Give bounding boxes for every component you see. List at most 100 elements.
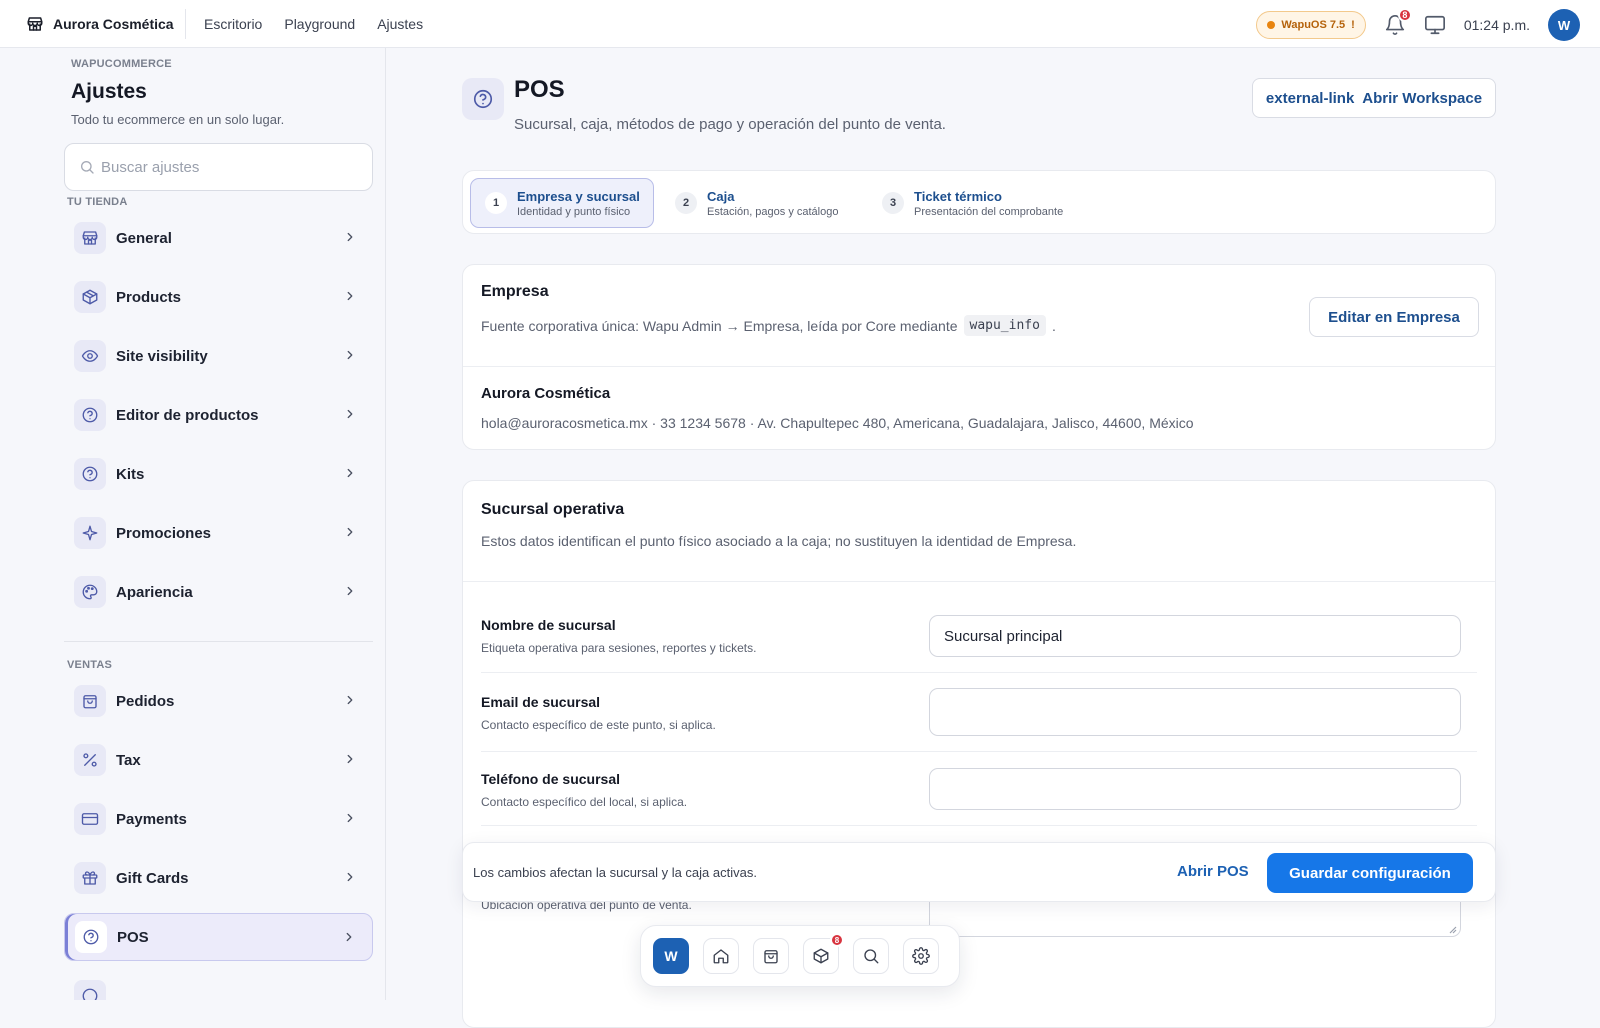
help-icon <box>74 980 106 1000</box>
chevron-right-icon <box>342 930 356 944</box>
sidebar-item-kits[interactable]: Kits <box>64 450 373 498</box>
sucursal-desc: Estos datos identifican el punto físico … <box>481 533 1077 549</box>
box-icon <box>74 281 106 313</box>
store-icon <box>26 15 44 33</box>
sidebar-item-tax[interactable]: Tax <box>64 736 373 784</box>
sidebar-item-next[interactable] <box>64 972 373 1000</box>
open-pos-link[interactable]: Abrir POS <box>1177 863 1249 880</box>
settings-sidebar: WAPUCOMMERCE Ajustes Todo tu ecommerce e… <box>0 48 386 1000</box>
bag-icon <box>74 685 106 717</box>
search-icon <box>79 159 95 175</box>
external-link-icon: external-link <box>1265 89 1355 107</box>
sidebar-divider <box>64 641 373 642</box>
branch-name-input[interactable]: Sucursal principal <box>929 615 1461 657</box>
chevron-right-icon <box>343 407 357 421</box>
branch-email-input[interactable] <box>929 688 1461 736</box>
chevron-right-icon <box>343 289 357 303</box>
field-label-telefono: Teléfono de sucursal <box>481 771 620 787</box>
chevron-right-icon <box>343 348 357 362</box>
help-icon <box>74 458 106 490</box>
card-icon <box>74 803 106 835</box>
step-number: 1 <box>485 192 507 214</box>
sidebar-item-pedidos[interactable]: Pedidos <box>64 677 373 725</box>
monitor-button[interactable] <box>1424 14 1446 36</box>
sidebar-item-promociones[interactable]: Promociones <box>64 509 373 557</box>
search-placeholder: Buscar ajustes <box>101 158 200 176</box>
sidebar-item-general[interactable]: General <box>64 214 373 262</box>
sucursal-card: Sucursal operativa Estos datos identific… <box>462 480 1496 1028</box>
main-content: POS Sucursal, caja, métodos de pago y op… <box>386 48 1600 1028</box>
sidebar-item-label: Payments <box>116 810 187 828</box>
step-desc: Presentación del comprobante <box>914 205 1064 218</box>
version-pill[interactable]: WapuOS 7.5 ! <box>1256 11 1366 39</box>
empresa-title: Empresa <box>481 283 549 300</box>
step-ticket-termico[interactable]: 3 Ticket térmico Presentación del comprob… <box>868 178 1098 228</box>
field-divider <box>481 825 1477 826</box>
dock-home-button[interactable] <box>703 938 739 974</box>
step-number: 3 <box>882 192 904 214</box>
group-label-tu-tienda: TU TIENDA <box>67 196 128 208</box>
sidebar-item-payments[interactable]: Payments <box>64 795 373 843</box>
top-bar: Aurora Cosmética Escritorio Playground A… <box>0 0 1600 48</box>
resize-handle-icon[interactable] <box>1447 924 1457 934</box>
card-divider <box>463 581 1495 582</box>
percent-icon <box>74 744 106 776</box>
sidebar-title: Ajustes <box>71 80 147 103</box>
sidebar-item-label: Promociones <box>116 524 212 542</box>
dock-search-button[interactable] <box>853 938 889 974</box>
sidebar-item-label: Editor de productos <box>116 406 259 424</box>
store-brand[interactable]: Aurora Cosmética <box>0 8 186 39</box>
notifications-badge: 8 <box>1397 8 1412 22</box>
store-name: Aurora Cosmética <box>53 15 174 32</box>
dock-wapu-button[interactable]: W <box>653 938 689 974</box>
save-bar: Los cambios afectan la sucursal y la caj… <box>462 842 1496 902</box>
open-workspace-button[interactable]: external-link Abrir Workspace <box>1252 78 1496 118</box>
step-title: Caja <box>707 188 735 204</box>
sidebar-item-pos[interactable]: POS <box>64 913 373 961</box>
dock-settings-button[interactable] <box>903 938 939 974</box>
sidebar-item-label: Site visibility <box>116 347 208 365</box>
sidebar-item-label: POS <box>117 928 149 946</box>
palette-icon <box>74 576 106 608</box>
sidebar-item-products[interactable]: Products <box>64 273 373 321</box>
dock-orders-button[interactable] <box>753 938 789 974</box>
help-icon <box>74 399 106 431</box>
top-nav: Escritorio Playground Ajustes <box>204 16 423 32</box>
workspace-label: Abrir Workspace <box>1362 89 1483 107</box>
home-icon <box>712 947 730 965</box>
sidebar-item-label: Apariencia <box>116 583 193 601</box>
nav-playground[interactable]: Playground <box>284 16 355 32</box>
nav-escritorio[interactable]: Escritorio <box>204 16 262 32</box>
user-avatar[interactable]: W <box>1548 9 1580 41</box>
notifications-button[interactable]: 8 <box>1384 8 1412 36</box>
bottom-dock: W 8 <box>640 925 960 987</box>
step-empresa-sucursal[interactable]: 1 Empresa y sucursal Identidad y punto fí… <box>470 178 654 228</box>
sidebar-eyebrow: WAPUCOMMERCE <box>71 58 172 70</box>
field-desc-email: Contacto específico de este punto, si ap… <box>481 718 716 732</box>
sidebar-item-editor-de-productos[interactable]: Editor de productos <box>64 391 373 439</box>
version-label: WapuOS 7.5 <box>1281 19 1346 31</box>
chevron-right-icon <box>343 811 357 825</box>
status-dot <box>1267 21 1276 29</box>
sidebar-item-site-visibility[interactable]: Site visibility <box>64 332 373 380</box>
monitor-icon <box>1424 14 1446 36</box>
dock-products-button[interactable]: 8 <box>803 933 844 974</box>
nav-ajustes[interactable]: Ajustes <box>377 16 423 32</box>
sidebar-item-apariencia[interactable]: Apariencia <box>64 568 373 616</box>
version-warning: ! <box>1351 19 1355 31</box>
eye-icon <box>74 340 106 372</box>
save-config-button[interactable]: Guardar configuración <box>1267 853 1473 893</box>
settings-search-input[interactable]: Buscar ajustes <box>64 143 373 191</box>
company-details: hola@auroracosmetica.mx · 33 1234 5678 ·… <box>481 415 1194 431</box>
step-desc: Identidad y punto físico <box>517 205 631 218</box>
empresa-card: Empresa Fuente corporativa única: Wapu A… <box>462 264 1496 450</box>
step-caja[interactable]: 2 Caja Estación, pagos y catálogo <box>661 178 861 228</box>
sidebar-item-gift-cards[interactable]: Gift Cards <box>64 854 373 902</box>
branch-phone-input[interactable] <box>929 768 1461 810</box>
step-desc: Estación, pagos y catálogo <box>707 205 839 218</box>
dock-products-badge: 8 <box>830 933 844 947</box>
edit-empresa-button[interactable]: Editar en Empresa <box>1309 297 1479 337</box>
clock: 01:24 p.m. <box>1463 17 1530 33</box>
help-icon <box>75 921 107 953</box>
field-desc-telefono: Contacto específico del local, si aplica… <box>481 795 688 809</box>
